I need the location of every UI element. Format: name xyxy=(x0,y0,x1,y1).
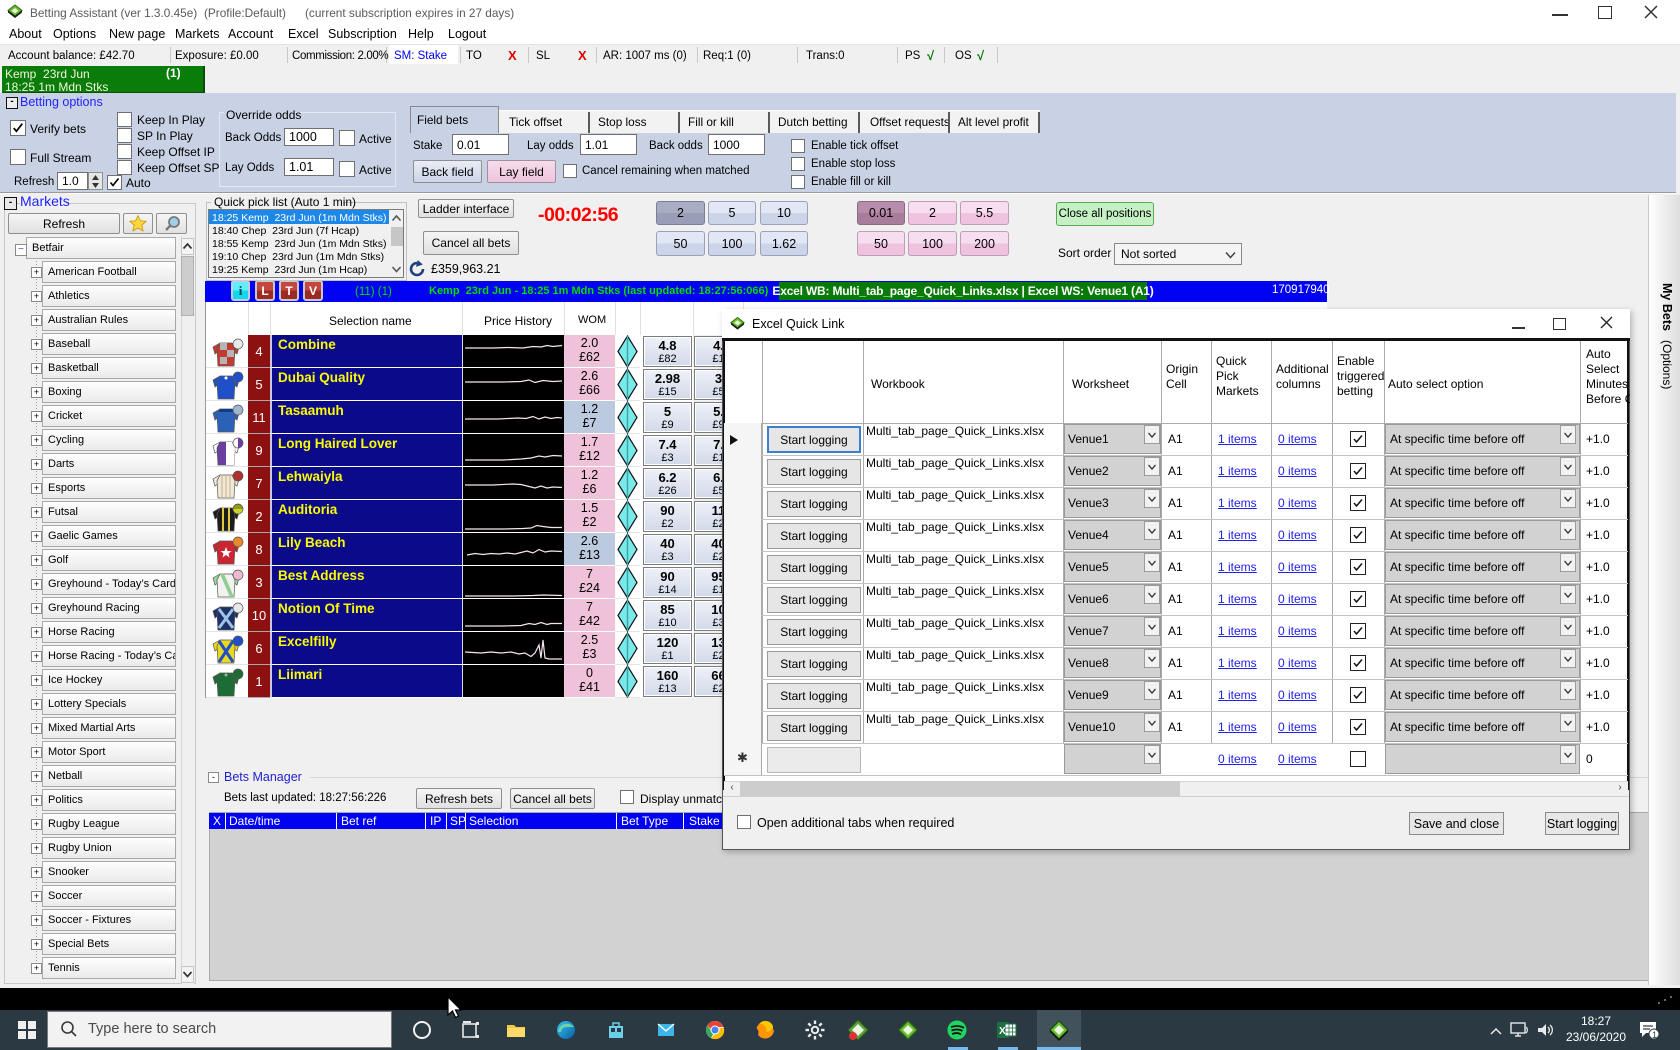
svg-text:X: X xyxy=(999,1026,1006,1037)
svg-text:1: 1 xyxy=(1652,1030,1657,1040)
